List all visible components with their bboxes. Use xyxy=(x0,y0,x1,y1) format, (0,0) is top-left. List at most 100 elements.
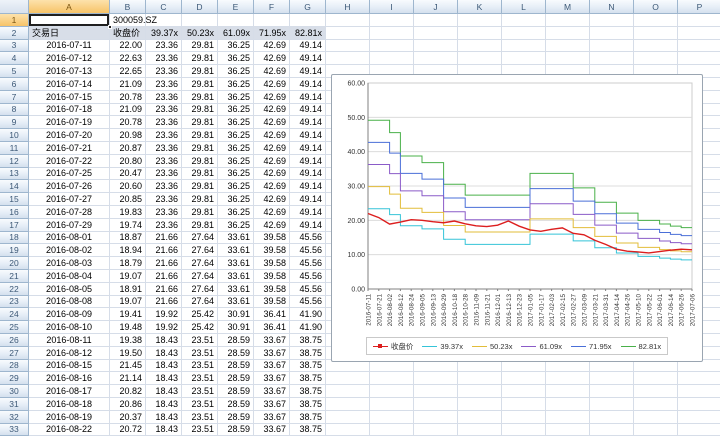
cell-F19[interactable]: 39.58 xyxy=(254,244,290,258)
row-header-21[interactable]: 21 xyxy=(0,269,29,283)
cell-G16[interactable]: 49.14 xyxy=(290,205,326,219)
row-header-28[interactable]: 28 xyxy=(0,359,29,373)
cell-H29[interactable] xyxy=(326,372,370,386)
cell-H4[interactable] xyxy=(326,52,370,66)
cell-J33[interactable] xyxy=(414,423,458,437)
cell-L2[interactable] xyxy=(502,26,546,40)
selection-fill-handle[interactable] xyxy=(108,24,112,29)
cell-B25[interactable]: 19.48 xyxy=(110,321,146,334)
legend-item-39.37x[interactable]: 39.37x xyxy=(422,342,463,351)
cell-J32[interactable] xyxy=(414,410,458,424)
cell-N32[interactable] xyxy=(590,410,634,424)
cell-H1[interactable] xyxy=(326,14,370,27)
cell-E6[interactable]: 36.25 xyxy=(218,77,254,91)
cell-C14[interactable]: 23.36 xyxy=(146,180,182,194)
row-header-7[interactable]: 7 xyxy=(0,90,29,104)
cell-A4[interactable]: 2016-07-12 xyxy=(29,52,110,66)
cell-G8[interactable]: 49.14 xyxy=(290,103,326,117)
cell-P3[interactable] xyxy=(678,39,720,53)
cell-E27[interactable]: 28.59 xyxy=(218,346,254,360)
column-header-P[interactable]: P xyxy=(678,0,720,14)
cell-E18[interactable]: 33.61 xyxy=(218,231,254,245)
cell-O1[interactable] xyxy=(634,14,678,27)
cell-E20[interactable]: 33.61 xyxy=(218,257,254,270)
cell-A14[interactable]: 2016-07-26 xyxy=(29,180,110,194)
row-header-31[interactable]: 31 xyxy=(0,397,29,411)
cell-A5[interactable]: 2016-07-13 xyxy=(29,65,110,78)
cell-G26[interactable]: 38.75 xyxy=(290,333,326,347)
cell-G15[interactable]: 49.14 xyxy=(290,193,326,206)
cell-K3[interactable] xyxy=(458,39,502,53)
cell-C30[interactable]: 18.43 xyxy=(146,385,182,398)
cell-N29[interactable] xyxy=(590,372,634,386)
cell-F30[interactable]: 33.67 xyxy=(254,385,290,398)
cell-K4[interactable] xyxy=(458,52,502,66)
cell-G27[interactable]: 38.75 xyxy=(290,346,326,360)
cell-F4[interactable]: 42.69 xyxy=(254,52,290,66)
cell-A20[interactable]: 2016-08-03 xyxy=(29,257,110,270)
cell-E4[interactable]: 36.25 xyxy=(218,52,254,66)
cell-B24[interactable]: 19.41 xyxy=(110,308,146,322)
cell-E28[interactable]: 28.59 xyxy=(218,359,254,373)
cell-E2[interactable]: 61.09x xyxy=(218,26,254,40)
row-header-22[interactable]: 22 xyxy=(0,282,29,296)
cell-D9[interactable]: 29.81 xyxy=(182,116,218,130)
cell-B28[interactable]: 21.45 xyxy=(110,359,146,373)
cell-C31[interactable]: 18.43 xyxy=(146,397,182,411)
cell-B1[interactable]: 300059.SZ xyxy=(110,14,157,27)
cell-G30[interactable]: 38.75 xyxy=(290,385,326,398)
cell-I29[interactable] xyxy=(370,372,414,386)
cell-F11[interactable]: 42.69 xyxy=(254,141,290,155)
cell-B27[interactable]: 19.50 xyxy=(110,346,146,360)
cell-E8[interactable]: 36.25 xyxy=(218,103,254,117)
cell-A6[interactable]: 2016-07-14 xyxy=(29,77,110,91)
cell-D3[interactable]: 29.81 xyxy=(182,39,218,53)
column-header-I[interactable]: I xyxy=(370,0,414,14)
cell-B3[interactable]: 22.00 xyxy=(110,39,146,53)
cell-B33[interactable]: 20.72 xyxy=(110,423,146,437)
legend-item-50.23x[interactable]: 50.23x xyxy=(471,342,512,351)
cell-F3[interactable]: 42.69 xyxy=(254,39,290,53)
cell-D5[interactable]: 29.81 xyxy=(182,65,218,78)
legend-item-82.81x[interactable]: 82.81x xyxy=(620,342,661,351)
cell-B22[interactable]: 18.91 xyxy=(110,282,146,296)
cell-B29[interactable]: 21.14 xyxy=(110,372,146,386)
cell-M4[interactable] xyxy=(546,52,590,66)
pe-band-chart[interactable]: 60.00 50.00 40.00 30.00 20.00 10.00 0.00 2016-0… xyxy=(331,74,703,362)
cell-D15[interactable]: 29.81 xyxy=(182,193,218,206)
cell-A16[interactable]: 2016-07-28 xyxy=(29,205,110,219)
cell-D16[interactable]: 29.81 xyxy=(182,205,218,219)
cell-F25[interactable]: 36.41 xyxy=(254,321,290,334)
cell-A26[interactable]: 2016-08-11 xyxy=(29,333,110,347)
column-header-E[interactable]: E xyxy=(218,0,254,14)
cell-G10[interactable]: 49.14 xyxy=(290,129,326,142)
row-header-9[interactable]: 9 xyxy=(0,116,29,130)
cell-G18[interactable]: 45.56 xyxy=(290,231,326,245)
cell-F20[interactable]: 39.58 xyxy=(254,257,290,270)
cell-G19[interactable]: 45.56 xyxy=(290,244,326,258)
cell-H3[interactable] xyxy=(326,39,370,53)
cell-N2[interactable] xyxy=(590,26,634,40)
cell-F28[interactable]: 33.67 xyxy=(254,359,290,373)
cell-D21[interactable]: 27.64 xyxy=(182,269,218,283)
cell-F13[interactable]: 42.69 xyxy=(254,167,290,181)
cell-C18[interactable]: 21.66 xyxy=(146,231,182,245)
cell-E17[interactable]: 36.25 xyxy=(218,218,254,232)
cell-C11[interactable]: 23.36 xyxy=(146,141,182,155)
cell-D24[interactable]: 25.42 xyxy=(182,308,218,322)
cell-K1[interactable] xyxy=(458,14,502,27)
cell-P29[interactable] xyxy=(678,372,720,386)
cell-E1[interactable] xyxy=(218,14,254,27)
cell-A17[interactable]: 2016-07-29 xyxy=(29,218,110,232)
cell-B12[interactable]: 20.80 xyxy=(110,154,146,168)
cell-D28[interactable]: 23.51 xyxy=(182,359,218,373)
cell-D23[interactable]: 27.64 xyxy=(182,295,218,309)
cell-C29[interactable]: 18.43 xyxy=(146,372,182,386)
cell-C7[interactable]: 23.36 xyxy=(146,90,182,104)
cell-D12[interactable]: 29.81 xyxy=(182,154,218,168)
cell-A10[interactable]: 2016-07-20 xyxy=(29,129,110,142)
cell-F7[interactable]: 42.69 xyxy=(254,90,290,104)
cell-A33[interactable]: 2016-08-22 xyxy=(29,423,110,437)
cell-I33[interactable] xyxy=(370,423,414,437)
cell-A23[interactable]: 2016-08-08 xyxy=(29,295,110,309)
